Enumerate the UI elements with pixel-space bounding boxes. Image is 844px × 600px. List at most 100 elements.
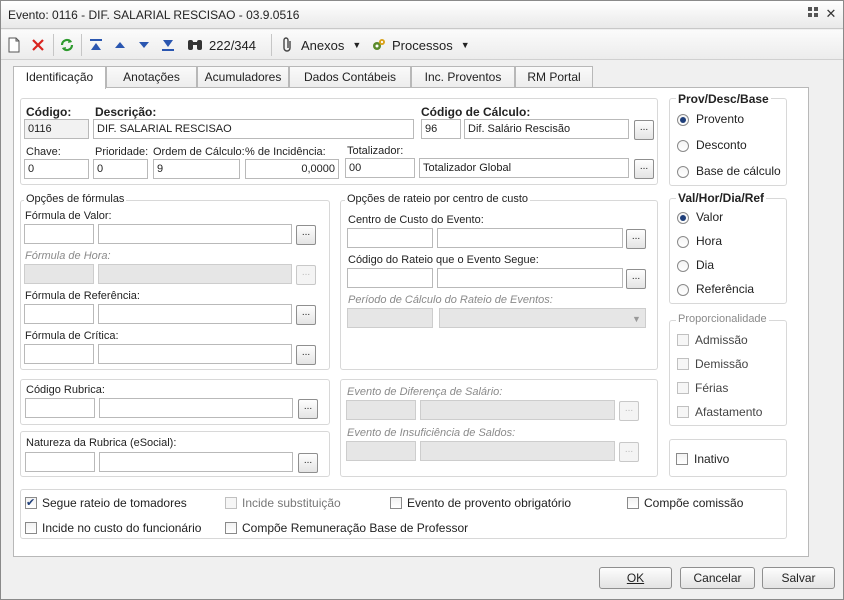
formula-valor-code-field[interactable] [24, 224, 94, 244]
centro-custo-code-field[interactable] [347, 228, 433, 248]
proporcionalidade-title: Proporcionalidade [676, 313, 769, 325]
cancelar-button[interactable]: Cancelar [680, 567, 755, 589]
evento-provento-label: Evento de provento obrigatório [407, 496, 572, 510]
formula-referencia-desc-field[interactable] [98, 304, 292, 324]
evento-diferenca-lookup-button[interactable]: ... [619, 401, 639, 421]
evento-insuficiencia-code-field[interactable] [346, 441, 416, 461]
tab-anotacoes[interactable]: Anotações [106, 66, 197, 88]
codigo-rubrica-lookup-button[interactable]: ... [298, 399, 318, 419]
ferias-checkbox[interactable] [677, 382, 689, 394]
chevron-down-icon: ▼ [352, 40, 362, 50]
first-record-icon[interactable] [89, 35, 103, 55]
incide-custo-checkbox[interactable] [25, 522, 37, 534]
prioridade-field[interactable]: 0 [93, 159, 148, 179]
grid-icon[interactable] [805, 6, 821, 22]
new-record-icon[interactable] [7, 35, 21, 55]
desconto-radio[interactable] [677, 140, 689, 152]
evento-insuficiencia-desc-field[interactable] [420, 441, 615, 461]
formula-critica-lookup-button[interactable]: ... [296, 345, 316, 365]
natureza-rubrica-lookup-button[interactable]: ... [298, 453, 318, 473]
binoculars-icon[interactable] [187, 35, 203, 55]
codigo-rubrica-code-field[interactable] [25, 398, 95, 418]
totalizador-desc-field[interactable]: Totalizador Global [419, 158, 629, 178]
evento-diferenca-desc-field[interactable] [420, 400, 615, 420]
periodo-rateio-code-field[interactable] [347, 308, 433, 328]
incide-substituicao-checkbox[interactable] [225, 497, 237, 509]
previous-record-icon[interactable] [113, 35, 127, 55]
codigo-calculo-lookup-button[interactable]: ... [634, 120, 654, 140]
chevron-down-icon: ▼ [460, 40, 470, 50]
centro-custo-desc-field[interactable] [437, 228, 623, 248]
chave-field[interactable]: 0 [24, 159, 89, 179]
totalizador-code-field[interactable]: 00 [345, 158, 415, 178]
demissao-checkbox-label: Demissão [695, 357, 749, 371]
descricao-field[interactable]: DIF. SALARIAL RESCISAO [93, 119, 414, 139]
formula-hora-lookup-button[interactable]: ... [296, 265, 316, 285]
formula-hora-code-field[interactable] [24, 264, 94, 284]
delete-icon[interactable] [31, 35, 45, 55]
formula-critica-desc-field[interactable] [98, 344, 292, 364]
formula-referencia-label: Fórmula de Referência: [25, 290, 140, 302]
ok-button-label: OK [626, 571, 645, 585]
formula-critica-code-field[interactable] [24, 344, 94, 364]
hora-radio[interactable] [677, 236, 689, 248]
incidencia-field[interactable]: 0,0000 [245, 159, 339, 179]
periodo-rateio-select[interactable] [439, 308, 646, 328]
desconto-radio-label: Desconto [696, 138, 747, 152]
evento-insuficiencia-lookup-button[interactable]: ... [619, 442, 639, 462]
codigo-calculo-desc-field[interactable]: Dif. Salário Rescisão [464, 119, 629, 139]
tab-rm-portal[interactable]: RM Portal [515, 66, 593, 88]
afastamento-checkbox[interactable] [677, 406, 689, 418]
compoe-comissao-label: Compõe comissão [644, 496, 744, 510]
salvar-button[interactable]: Salvar [762, 567, 835, 589]
provento-radio-label: Provento [696, 112, 745, 126]
tab-acumuladores[interactable]: Acumuladores [197, 66, 289, 88]
periodo-rateio-label: Período de Cálculo do Rateio de Eventos: [348, 294, 553, 306]
codigo-rateio-lookup-button[interactable]: ... [626, 269, 646, 289]
totalizador-lookup-button[interactable]: ... [634, 159, 654, 179]
tab-identificacao[interactable]: Identificação [13, 66, 106, 89]
demissao-checkbox[interactable] [677, 358, 689, 370]
compoe-remuneracao-checkbox[interactable] [225, 522, 237, 534]
anexos-dropdown[interactable]: Anexos ▼ [281, 35, 361, 55]
close-icon[interactable]: ✕ [823, 6, 839, 22]
natureza-rubrica-code-field[interactable] [25, 452, 95, 472]
event-window: Evento: 0116 - DIF. SALARIAL RESCISAO - … [0, 0, 844, 600]
natureza-rubrica-desc-field[interactable] [99, 452, 293, 472]
provento-radio[interactable] [677, 114, 689, 126]
segue-rateio-checkbox[interactable] [25, 496, 37, 509]
codigo-rubrica-desc-field[interactable] [99, 398, 293, 418]
tab-inc-proventos[interactable]: Inc. Proventos [411, 66, 515, 88]
valor-radio[interactable] [677, 212, 689, 224]
formula-valor-desc-field[interactable] [98, 224, 292, 244]
referencia-radio-label: Referência [696, 282, 755, 296]
centro-custo-lookup-button[interactable]: ... [626, 229, 646, 249]
formula-referencia-lookup-button[interactable]: ... [296, 305, 316, 325]
tab-dados-contabeis[interactable]: Dados Contábeis [289, 66, 411, 88]
compoe-comissao-checkbox[interactable] [627, 497, 639, 509]
processos-dropdown[interactable]: Processos ▼ [371, 35, 470, 55]
ok-button[interactable]: OK [599, 567, 672, 589]
incidencia-label: % de Incidência: [245, 146, 326, 158]
admissao-checkbox-label: Admissão [695, 333, 748, 347]
formula-referencia-code-field[interactable] [24, 304, 94, 324]
evento-diferenca-code-field[interactable] [346, 400, 416, 420]
referencia-radio[interactable] [677, 284, 689, 296]
evento-provento-checkbox[interactable] [390, 497, 402, 509]
admissao-checkbox[interactable] [677, 334, 689, 346]
ordem-calculo-field[interactable]: 9 [153, 159, 240, 179]
hora-radio-label: Hora [696, 234, 723, 248]
chevron-down-icon: ▼ [632, 314, 641, 324]
codigo-field[interactable]: 0116 [24, 119, 89, 139]
base-calculo-radio[interactable] [677, 166, 689, 178]
last-record-icon[interactable] [161, 35, 175, 55]
codigo-calculo-code-field[interactable]: 96 [421, 119, 461, 139]
codigo-rateio-desc-field[interactable] [437, 268, 623, 288]
next-record-icon[interactable] [137, 35, 151, 55]
refresh-icon[interactable] [59, 35, 75, 55]
formula-valor-lookup-button[interactable]: ... [296, 225, 316, 245]
inativo-checkbox[interactable] [676, 453, 688, 465]
dia-radio[interactable] [677, 260, 689, 272]
codigo-rateio-code-field[interactable] [347, 268, 433, 288]
formula-hora-desc-field[interactable] [98, 264, 292, 284]
